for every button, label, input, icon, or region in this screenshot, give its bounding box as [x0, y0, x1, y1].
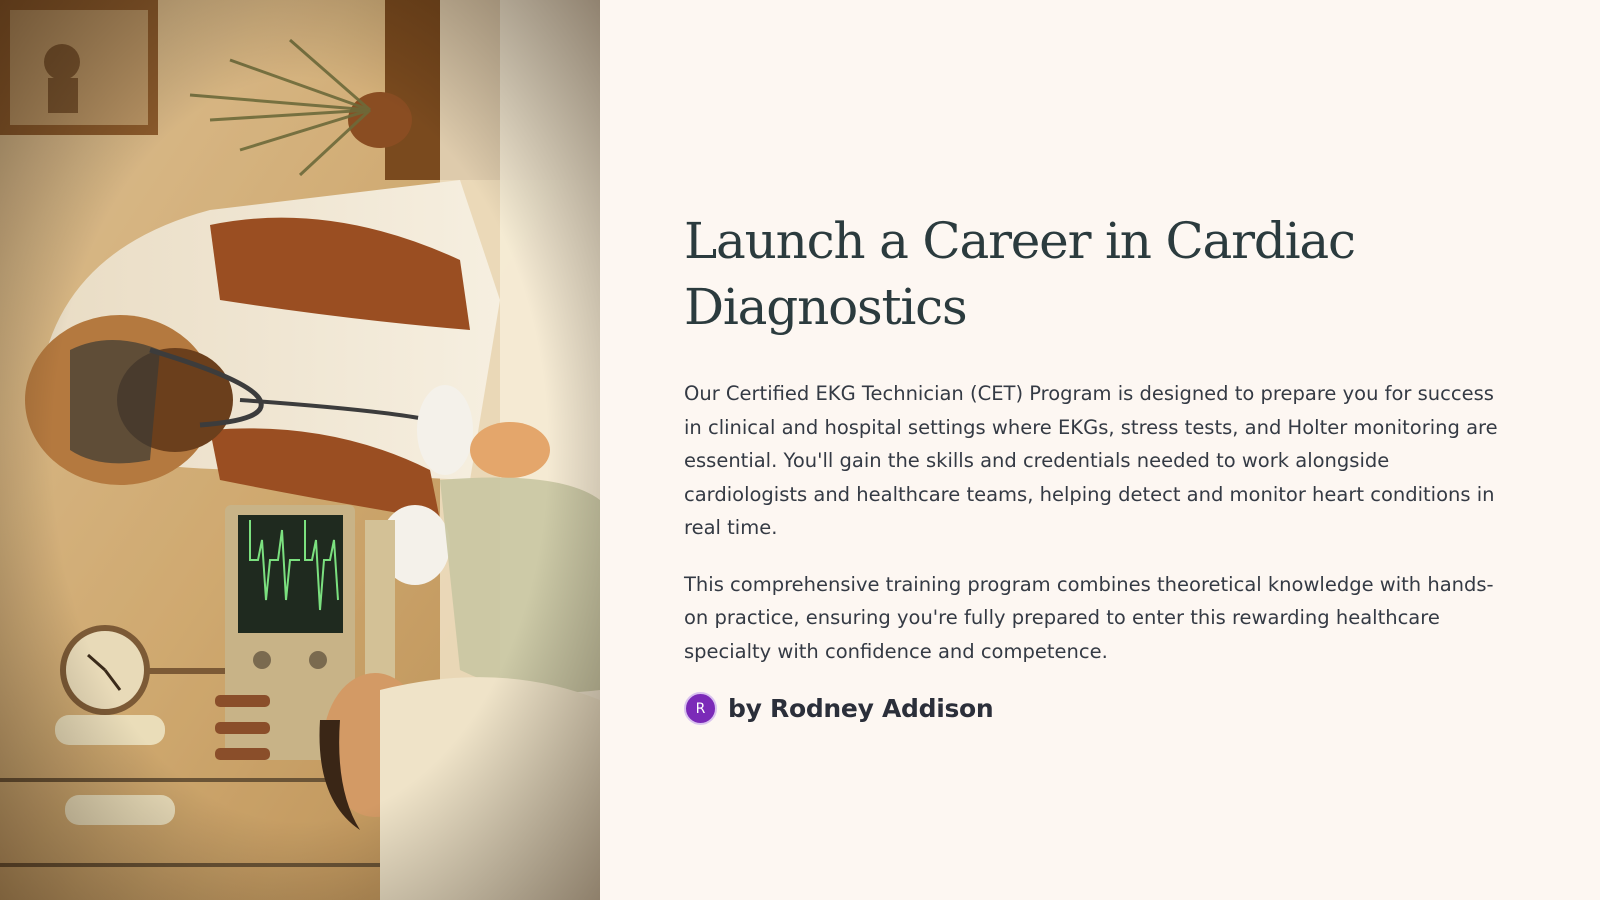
hero-image	[0, 0, 600, 900]
slide: Launch a Career in Cardiac Diagnostics O…	[0, 0, 1600, 900]
content-panel: Launch a Career in Cardiac Diagnostics O…	[600, 0, 1600, 900]
program-paragraph: This comprehensive training program comb…	[684, 572, 1494, 663]
avatar: R	[684, 692, 717, 725]
author-name: by Rodney Addison	[728, 694, 994, 723]
author-byline: R by Rodney Addison	[684, 692, 1514, 725]
content-block: Launch a Career in Cardiac Diagnostics O…	[684, 208, 1514, 725]
slide-title: Launch a Career in Cardiac Diagnostics	[684, 212, 1356, 336]
ekg-technician-illustration-icon	[0, 0, 600, 900]
intro-paragraph: Our Certified EKG Technician (CET) Progr…	[684, 382, 1498, 539]
